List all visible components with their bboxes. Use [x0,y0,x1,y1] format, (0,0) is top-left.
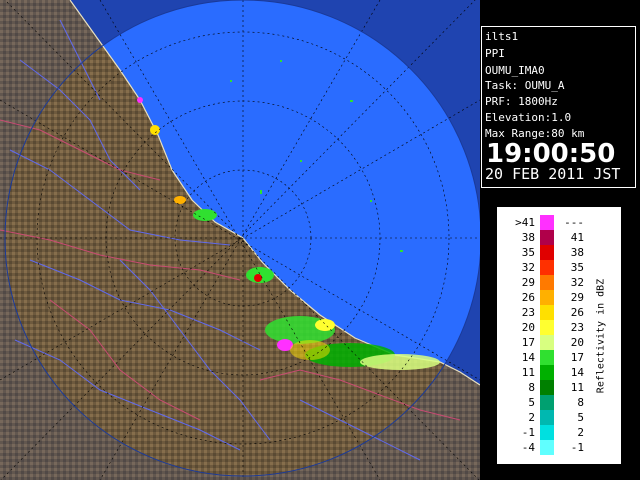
site-name: ilts1 [485,30,519,43]
legend-row: 11 14 [498,365,598,380]
legend-color-swatch [540,320,554,335]
legend-lower-value: >41 [515,216,535,229]
legend-color-swatch [540,395,554,410]
legend-upper-value: 23 [570,321,584,334]
legend-lower-value: 8 [528,381,535,394]
legend-lower-value: -4 [521,441,535,454]
legend-row: 29 32 [498,275,598,290]
legend-color-swatch [540,425,554,440]
legend-row: 25 [498,410,598,425]
legend-color-swatch [540,350,554,365]
legend-lower-value: 17 [521,336,535,349]
legend-row: 14 17 [498,350,598,365]
legend-upper-value: 8 [577,396,584,409]
prf-label: PRF: 1800Hz [485,95,558,108]
legend-lower-value: -1 [521,426,535,439]
elevation-label: Elevation:1.0 [485,111,572,124]
radar-map[interactable] [0,0,480,480]
legend-lower-value: 2 [528,411,535,424]
legend-row: 32 35 [498,260,598,275]
time-display: 19:00:50 [486,139,616,169]
legend-row: 17 20 [498,335,598,350]
legend-color-swatch [540,335,554,350]
legend-upper-value: 14 [570,366,584,379]
legend-color-swatch [540,365,554,380]
info-panel: ilts1 PPI OUMU_IMA0 Task: OUMU_A PRF: 18… [481,26,636,188]
legend-color-swatch [540,275,554,290]
legend-row: -1 2 [498,425,598,440]
radar-display: ilts1 PPI OUMU_IMA0 Task: OUMU_A PRF: 18… [0,0,640,480]
legend-color-swatch [540,410,554,425]
legend-upper-value: 17 [570,351,584,364]
legend-lower-value: 14 [521,351,535,364]
legend-unit-label: Reflectivity in dBZ [595,278,607,394]
legend-color-swatch [540,245,554,260]
legend-upper-value: 35 [570,261,584,274]
legend-lower-value: 35 [521,246,535,259]
legend-upper-value: 5 [577,411,584,424]
legend-upper-value: 38 [570,246,584,259]
scan-type: PPI [485,47,505,60]
legend-row: 26 29 [498,290,598,305]
legend-color-swatch [540,260,554,275]
legend-row: >41 --- [498,215,598,230]
legend-lower-value: 23 [521,306,535,319]
legend-color-swatch [540,440,554,455]
legend-lower-value: 11 [521,366,535,379]
legend-upper-value: 2 [577,426,584,439]
legend-row: 23 26 [498,305,598,320]
legend-row: -4 -1 [498,440,598,455]
legend-row: 38 41 [498,230,598,245]
legend-row: 35 38 [498,245,598,260]
legend-lower-value: 32 [521,261,535,274]
legend-upper-value: 26 [570,306,584,319]
reflectivity-legend: >41 --- 38 41 35 38 32 35 29 32 26 29 23 26 20 23 17 20 14… [497,207,621,464]
legend-color-swatch [540,215,554,230]
legend-lower-value: 20 [521,321,535,334]
legend-upper-value: --- [564,216,584,229]
legend-lower-value: 26 [521,291,535,304]
legend-color-swatch [540,305,554,320]
legend-color-swatch [540,230,554,245]
legend-row: 58 [498,395,598,410]
legend-upper-value: 41 [570,231,584,244]
legend-lower-value: 5 [528,396,535,409]
legend-color-swatch [540,290,554,305]
legend-upper-value: -1 [570,441,584,454]
legend-upper-value: 29 [570,291,584,304]
legend-color-swatch [540,380,554,395]
legend-upper-value: 11 [570,381,584,394]
legend-upper-value: 32 [570,276,584,289]
date-display: 20 FEB 2011 JST [485,165,621,183]
legend-row: 8 11 [498,380,598,395]
product-name: OUMU_IMA0 [485,64,545,77]
legend-upper-value: 20 [570,336,584,349]
legend-lower-value: 29 [521,276,535,289]
task-label: Task: OUMU_A [485,79,565,92]
legend-row: 20 23 [498,320,598,335]
legend-lower-value: 38 [521,231,535,244]
